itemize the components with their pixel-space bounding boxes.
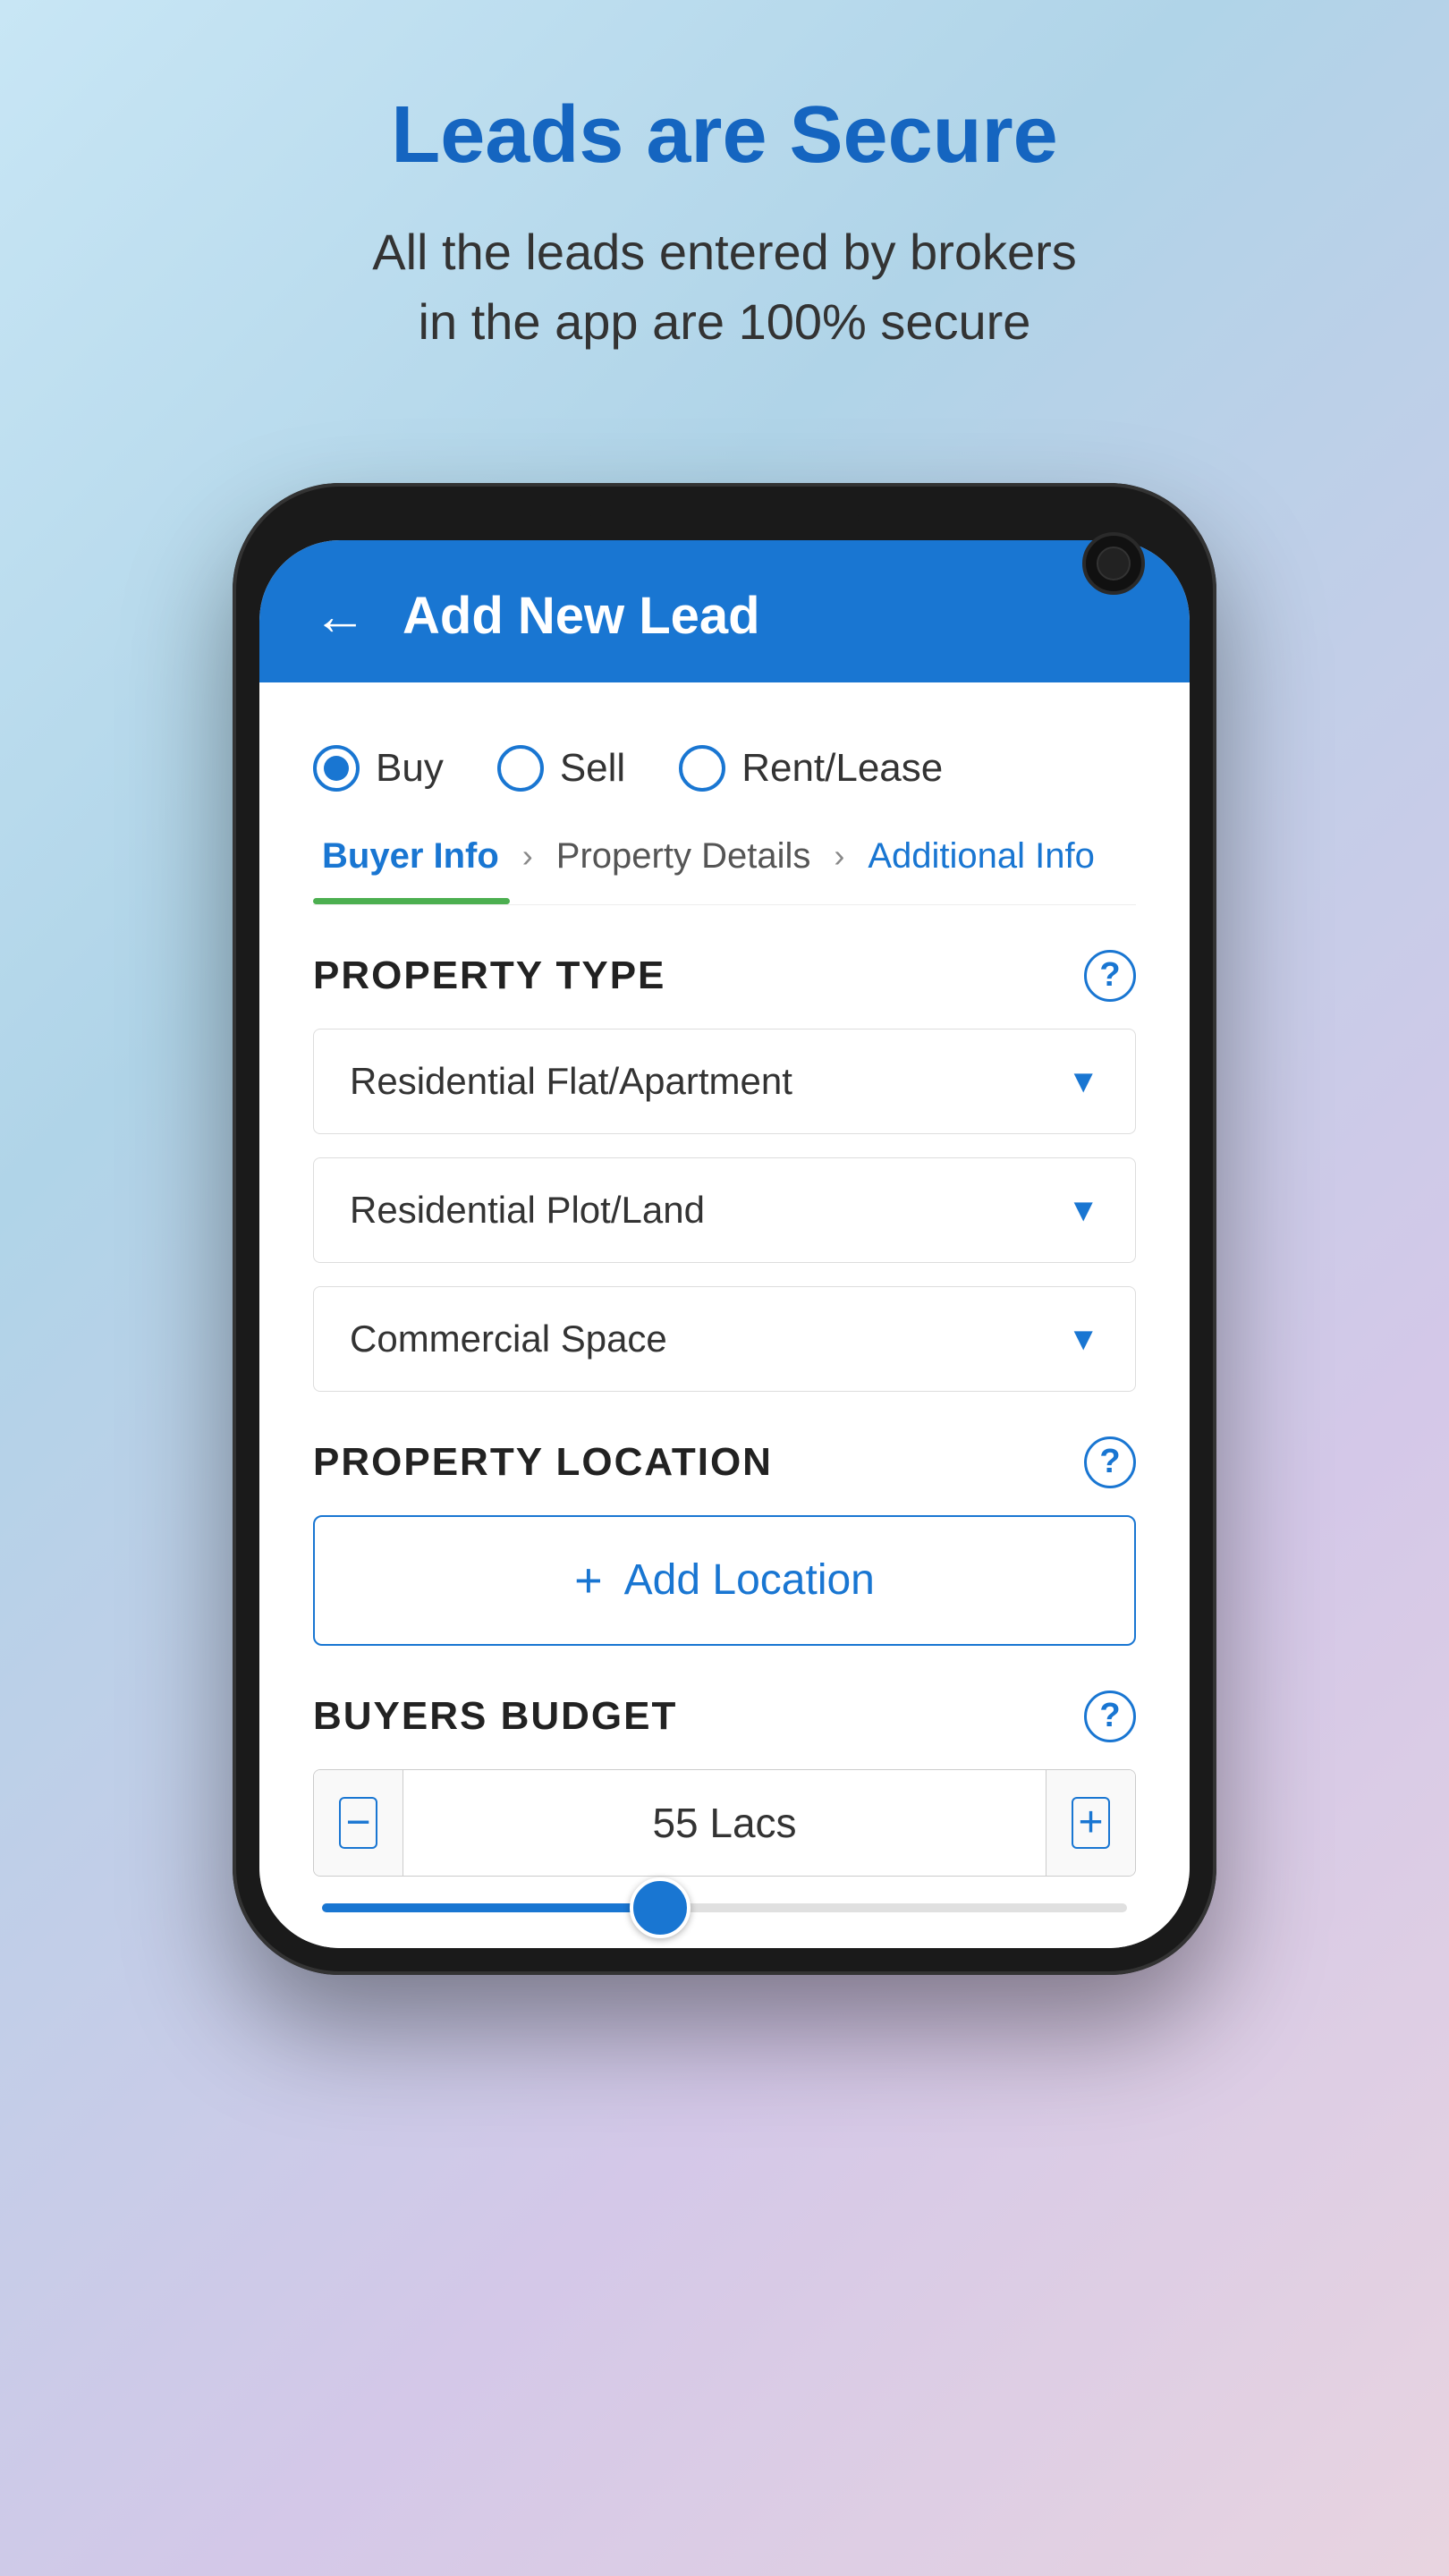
tab-property-details-label: Property Details [556, 836, 811, 877]
budget-slider[interactable] [313, 1903, 1136, 1912]
slider-thumb[interactable] [630, 1877, 691, 1938]
tab-chevron-1: › [522, 837, 533, 875]
tab-underline [313, 898, 510, 904]
tab-property-details[interactable]: Property Details [547, 818, 820, 894]
budget-minus-icon: − [339, 1797, 377, 1849]
radio-sell-label: Sell [560, 746, 625, 791]
add-location-text: Add Location [624, 1555, 875, 1605]
budget-plus-icon: + [1072, 1797, 1110, 1849]
dropdown-commercial-space-arrow: ▼ [1067, 1320, 1099, 1358]
dropdown-commercial-space-label: Commercial Space [350, 1318, 667, 1360]
property-location-help-symbol: ? [1099, 1443, 1120, 1481]
property-type-help-icon[interactable]: ? [1084, 950, 1136, 1002]
tab-additional-info[interactable]: Additional Info [859, 818, 1104, 894]
property-location-section: PROPERTY LOCATION ? + Add Location [313, 1436, 1136, 1646]
buyers-budget-header: BUYERS BUDGET ? [313, 1690, 1136, 1742]
radio-rent-lease[interactable]: Rent/Lease [679, 745, 943, 792]
phone-camera [1082, 532, 1145, 595]
budget-decrement-button[interactable]: − [314, 1770, 403, 1876]
budget-row: − 55 Lacs + [313, 1769, 1136, 1877]
property-type-section: PROPERTY TYPE ? Residential Flat/Apartme… [313, 950, 1136, 1392]
radio-sell-circle[interactable] [497, 745, 544, 792]
radio-rent-label: Rent/Lease [741, 746, 943, 791]
budget-value-display: 55 Lacs [403, 1772, 1046, 1874]
radio-buy-circle[interactable] [313, 745, 360, 792]
property-location-header: PROPERTY LOCATION ? [313, 1436, 1136, 1488]
dropdown-residential-flat-label: Residential Flat/Apartment [350, 1060, 792, 1103]
tab-buyer-info[interactable]: Buyer Info [313, 818, 508, 894]
main-headline: Leads are Secure [391, 89, 1057, 182]
app-content: Buy Sell Rent/Lease Buyer Inf [259, 682, 1190, 1948]
slider-fill [322, 1903, 660, 1912]
phone-mockup: ← Add New Lead Buy Sell [233, 483, 1216, 1975]
budget-plus-symbol: + [1078, 1798, 1103, 1847]
dropdown-commercial-space[interactable]: Commercial Space ▼ [313, 1286, 1136, 1392]
buyers-budget-help-icon[interactable]: ? [1084, 1690, 1136, 1742]
radio-sell[interactable]: Sell [497, 745, 625, 792]
back-button[interactable]: ← [313, 585, 367, 647]
property-type-header: PROPERTY TYPE ? [313, 950, 1136, 1002]
subtitle-text: All the leads entered by brokersin the a… [372, 217, 1077, 358]
budget-increment-button[interactable]: + [1046, 1770, 1135, 1876]
phone-screen: ← Add New Lead Buy Sell [259, 540, 1190, 1948]
phone-shell: ← Add New Lead Buy Sell [233, 483, 1216, 1975]
tabs-container: Buyer Info › Property Details › Addition… [313, 818, 1136, 905]
property-type-help-symbol: ? [1099, 956, 1120, 995]
dropdown-residential-flat-arrow: ▼ [1067, 1063, 1099, 1100]
top-section: Leads are Secure All the leads entered b… [0, 0, 1449, 429]
add-location-button[interactable]: + Add Location [313, 1515, 1136, 1646]
transaction-type-row: Buy Sell Rent/Lease [313, 718, 1136, 809]
radio-buy-label: Buy [376, 746, 444, 791]
buyers-budget-section: BUYERS BUDGET ? − 55 Lacs [313, 1690, 1136, 1912]
radio-rent-circle[interactable] [679, 745, 725, 792]
radio-buy[interactable]: Buy [313, 745, 444, 792]
property-type-title: PROPERTY TYPE [313, 953, 665, 998]
dropdown-residential-flat[interactable]: Residential Flat/Apartment ▼ [313, 1029, 1136, 1134]
tabs-row: Buyer Info › Property Details › Addition… [313, 818, 1136, 894]
tab-chevron-2: › [834, 837, 844, 875]
slider-track [322, 1903, 1127, 1912]
dropdown-residential-plot-arrow: ▼ [1067, 1191, 1099, 1229]
property-location-title: PROPERTY LOCATION [313, 1440, 773, 1485]
phone-notch [590, 510, 859, 526]
tab-buyer-info-label: Buyer Info [322, 836, 499, 877]
dropdown-residential-plot-label: Residential Plot/Land [350, 1189, 705, 1232]
buyers-budget-help-symbol: ? [1099, 1697, 1120, 1735]
tab-additional-info-label: Additional Info [868, 836, 1095, 877]
budget-minus-symbol: − [345, 1798, 370, 1847]
add-location-plus-icon: + [574, 1553, 603, 1608]
app-header: ← Add New Lead [259, 540, 1190, 682]
property-location-help-icon[interactable]: ? [1084, 1436, 1136, 1488]
dropdown-residential-plot[interactable]: Residential Plot/Land ▼ [313, 1157, 1136, 1263]
buyers-budget-title: BUYERS BUDGET [313, 1694, 677, 1739]
app-header-title: Add New Lead [402, 586, 760, 646]
